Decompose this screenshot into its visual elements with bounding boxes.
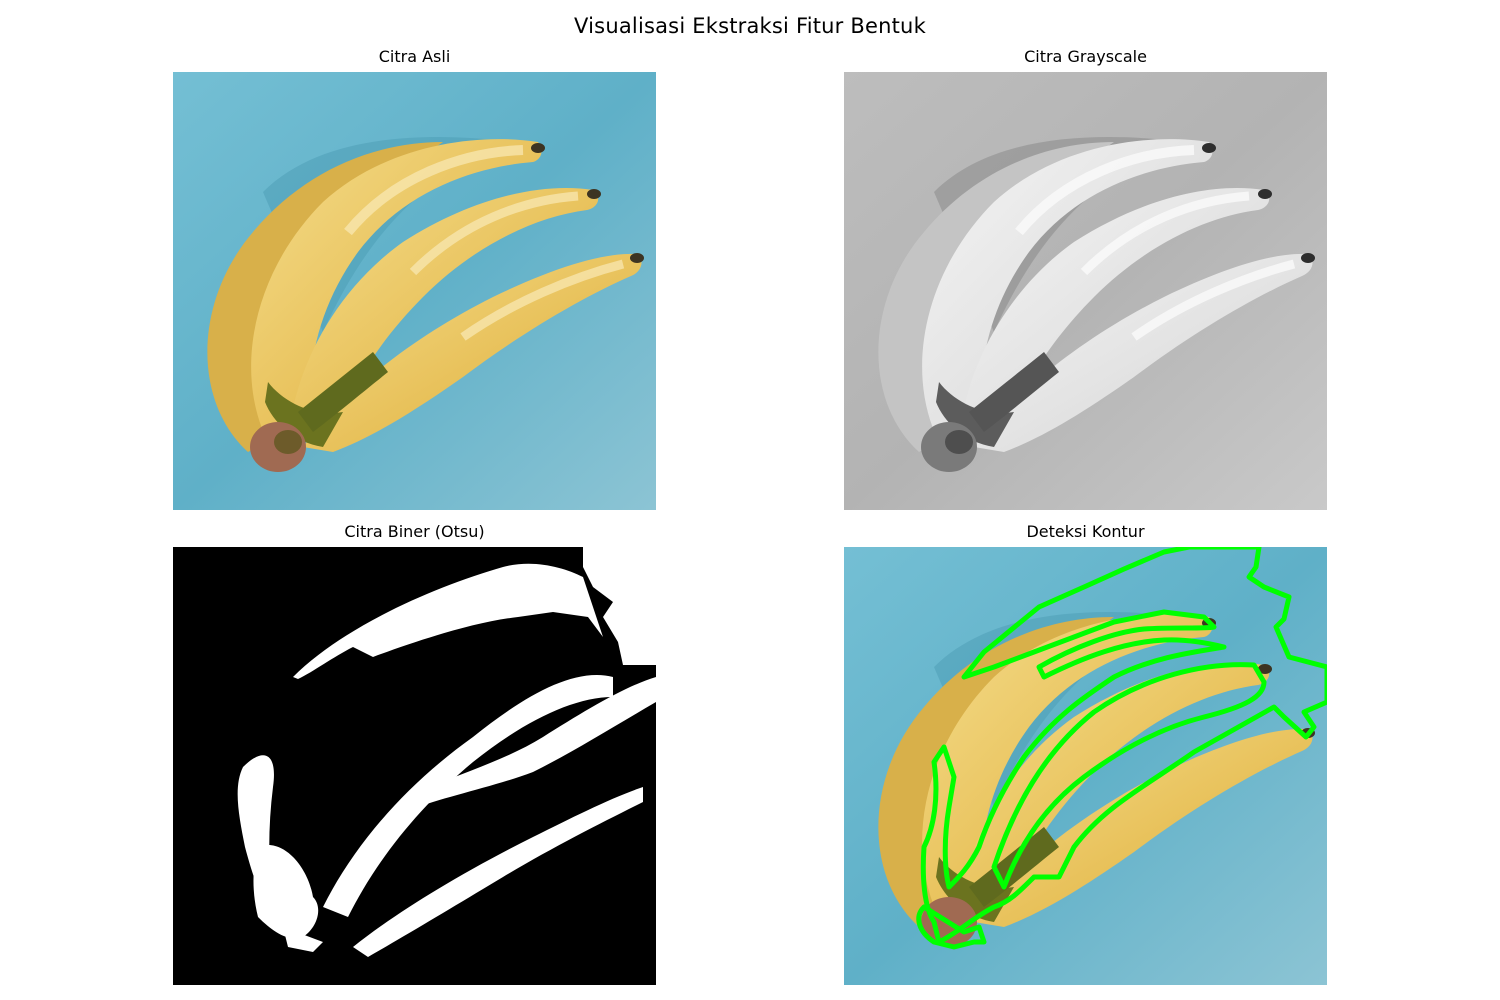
- binary-image-panel: [173, 547, 656, 985]
- banana-photo-with-contours: [844, 547, 1327, 985]
- contour-image-panel: [844, 547, 1327, 985]
- grayscale-image-panel: [844, 72, 1327, 510]
- panel-title-binary: Citra Biner (Otsu): [344, 522, 485, 541]
- binary-mask: [173, 547, 656, 985]
- original-image-panel: [173, 72, 656, 510]
- panel-title-contour: Deteksi Kontur: [1026, 522, 1145, 541]
- banana-photo-original: [173, 72, 656, 510]
- figure-title: Visualisasi Ekstraksi Fitur Bentuk: [574, 14, 926, 38]
- panel-title-original: Citra Asli: [378, 47, 451, 66]
- panel-title-grayscale: Citra Grayscale: [1024, 47, 1147, 66]
- banana-photo-grayscale: [844, 72, 1327, 510]
